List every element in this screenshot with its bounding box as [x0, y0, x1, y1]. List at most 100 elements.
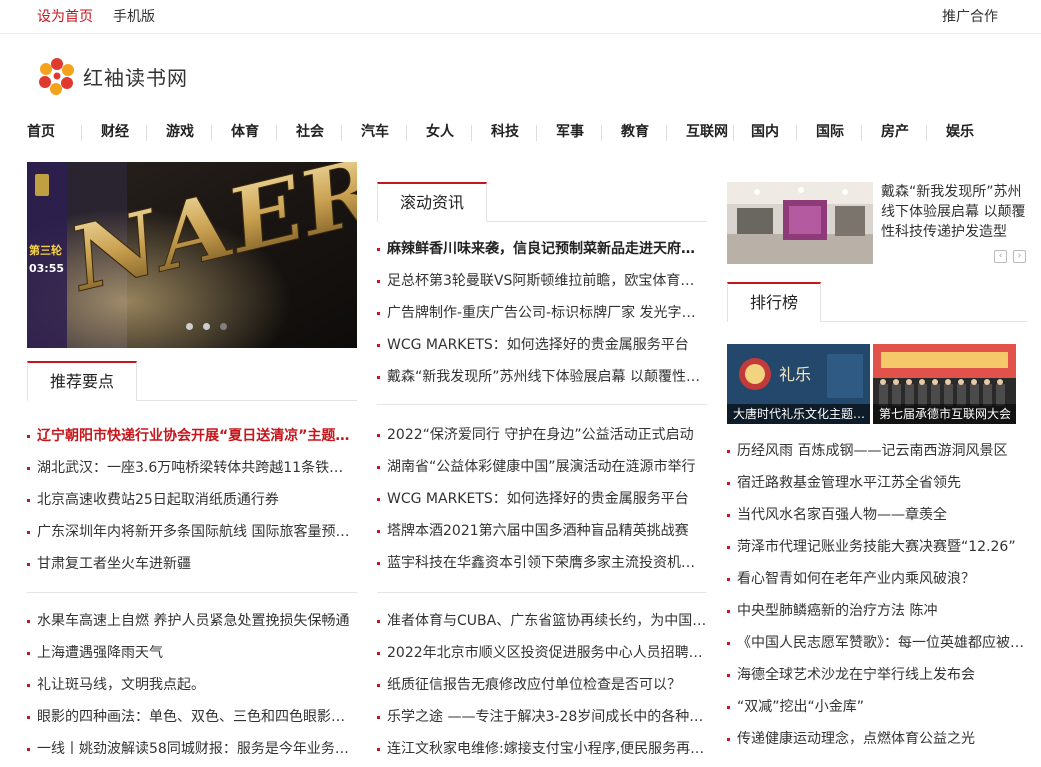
list-item[interactable]: 海德全球艺术沙龙在宁举行线上发布会 [727, 659, 1027, 691]
list-divider [27, 592, 357, 593]
pager-prev-button[interactable]: ‹ [994, 250, 1007, 263]
partner-link[interactable]: 推广合作 [942, 6, 998, 26]
nav-home[interactable]: 首页 [27, 121, 55, 141]
set-homepage-link[interactable]: 设为首页 [37, 6, 93, 26]
nav-separator [406, 125, 407, 141]
ranking-image-1[interactable]: 礼乐 大唐时代礼乐文化主题活动 [727, 344, 870, 424]
feature-card[interactable]: 戴森“新我发现所”苏州线下体验展启幕 以颠覆性科技传递护发造型 [727, 182, 1027, 264]
nav-separator [796, 125, 797, 141]
list-item[interactable]: 辽宁朝阳市快递行业协会开展“夏日送清凉”主题慰问活动 [27, 420, 357, 452]
pager-next-button[interactable]: › [1013, 250, 1026, 263]
nav-internet[interactable]: 互联网 [686, 121, 728, 141]
list-divider [377, 592, 707, 593]
list-item[interactable]: 甘肃复工者坐火车进新疆 [27, 548, 357, 580]
list-item[interactable]: 北京高速收费站25日起取消纸质通行券 [27, 484, 357, 516]
list-item[interactable]: 宿迁路救基金管理水平江苏全省领先 [727, 467, 1027, 499]
nav-auto[interactable]: 汽车 [361, 121, 389, 141]
slider-dot[interactable] [219, 323, 227, 330]
nav-separator [926, 125, 927, 141]
scroll-news-list-3: 准者体育与CUBA、广东省篮协再续长约，为中国篮球助力 2022年北京市顺义区投… [377, 605, 707, 765]
nav-separator [666, 125, 667, 141]
ranking-image-caption: 大唐时代礼乐文化主题活动 [727, 404, 870, 424]
ranking-image-caption: 第七届承德市互联网大会 [873, 404, 1016, 424]
list-item[interactable]: 准者体育与CUBA、广东省篮协再续长约，为中国篮球助力 [377, 605, 707, 637]
list-item[interactable]: 礼让斑马线，文明我点起。 [27, 669, 357, 701]
feature-title[interactable]: 戴森“新我发现所”苏州线下体验展启幕 以颠覆性科技传递护发造型 [881, 182, 1029, 242]
nav-separator [146, 125, 147, 141]
list-item[interactable]: 麻辣鲜香川味来袭，信良记预制菜新品走进天府之国 [377, 233, 707, 265]
recommend-tab[interactable]: 推荐要点 [27, 361, 138, 401]
list-item[interactable]: 湖南省“公益体彩健康中国”展演活动在涟源市举行 [377, 451, 707, 483]
nav-separator [81, 125, 82, 141]
list-item[interactable]: 一线丨姚劲波解读58同城财报：服务是今年业务重点 [27, 733, 357, 765]
recommend-list: 辽宁朝阳市快递行业协会开展“夏日送清凉”主题慰问活动 湖北武汉：一座3.6万吨桥… [27, 420, 357, 580]
nav-games[interactable]: 游戏 [166, 121, 194, 141]
list-item[interactable]: 连江文秋家电维修:嫁接支付宝小程序,便民服务再升级 [377, 733, 707, 765]
site-name: 红袖读书网 [83, 65, 188, 90]
list-item[interactable]: 乐学之途 ——专注于解决3-28岁间成长中的各种问题 [377, 701, 707, 733]
left-list-2: 水果车高速上自燃 养护人员紧急处置挽损失保畅通 上海遭遇强降雨天气 礼让斑马线，… [27, 605, 357, 765]
mobile-version-link[interactable]: 手机版 [113, 6, 155, 26]
feature-photo [727, 182, 873, 264]
list-item[interactable]: 上海遭遇强降雨天气 [27, 637, 357, 669]
ranking-list: 历经风雨 百炼成钢——记云南西游洞风景区 宿迁路救基金管理水平江苏全省领先 当代… [727, 435, 1027, 755]
nav-domestic[interactable]: 国内 [751, 121, 779, 141]
nav-society[interactable]: 社会 [296, 121, 324, 141]
nav-international[interactable]: 国际 [816, 121, 844, 141]
nav-finance[interactable]: 财经 [101, 121, 129, 141]
nav-education[interactable]: 教育 [621, 121, 649, 141]
image-slider[interactable]: NAERSI 第三轮 03:55 [27, 162, 357, 348]
list-item[interactable]: 2022年北京市顺义区投资促进服务中心人员招聘公告 [377, 637, 707, 669]
main-nav: 首页 财经 游戏 体育 社会 汽车 女人 科技 军事 教育 互联网 国内 国际 … [0, 121, 1041, 143]
list-item[interactable]: WCG MARKETS：如何选择好的贵金属服务平台 [377, 329, 707, 361]
list-item[interactable]: 纸质征信报告无痕修改应付单位检查是否可以？ [377, 669, 707, 701]
scroll-news-header: 滚动资讯 [377, 182, 707, 222]
list-item[interactable]: 中央型肺鳞癌新的治疗方法 陈冲 [727, 595, 1027, 627]
recommend-header: 推荐要点 [27, 361, 357, 401]
list-item[interactable]: 广告牌制作-重庆广告公司-标识标牌厂家 发光字制作 [377, 297, 707, 329]
nav-realestate[interactable]: 房产 [881, 121, 909, 141]
slider-dot-active[interactable] [202, 323, 210, 330]
ranking-header: 排行榜 [727, 282, 1027, 322]
nav-tech[interactable]: 科技 [491, 121, 519, 141]
list-item[interactable]: 蓝宇科技在华鑫资本引领下荣膺多家主流投资机构青睐 [377, 547, 707, 579]
feature-image[interactable] [727, 182, 873, 264]
list-item[interactable]: 当代风水名家百强人物——章羡全 [727, 499, 1027, 531]
list-item[interactable]: 菏泽市代理记账业务技能大赛决赛暨“12.26” [727, 531, 1027, 563]
top-bar: 设为首页 手机版 推广合作 [0, 0, 1041, 34]
list-item[interactable]: 塔牌本酒2021第六届中国多酒种盲品精英挑战赛 [377, 515, 707, 547]
list-item[interactable]: 湖北武汉：一座3.6万吨桥梁转体共跨越11条铁路线 [27, 452, 357, 484]
list-item[interactable]: 眼影的四种画法：单色、双色、三色和四色眼影画法详解 [27, 701, 357, 733]
nav-separator [471, 125, 472, 141]
list-item[interactable]: 看心智青如何在老年产业内乘风破浪？ [727, 563, 1027, 595]
list-item[interactable]: 传递健康运动理念，点燃体育公益之光 [727, 723, 1027, 755]
ranking-image-2[interactable]: 第七届承德市互联网大会 [873, 344, 1016, 424]
slider-side-time: 03:55 [29, 262, 64, 275]
nav-separator [536, 125, 537, 141]
nav-separator [733, 125, 734, 141]
ranking-tab[interactable]: 排行榜 [727, 282, 822, 322]
nav-women[interactable]: 女人 [426, 121, 454, 141]
flower-logo-icon [39, 58, 74, 95]
slider-dot[interactable] [185, 323, 193, 330]
nav-military[interactable]: 军事 [556, 121, 584, 141]
list-item[interactable]: 戴森“新我发现所”苏州线下体验展启幕 以颠覆性科技传递护发 [377, 361, 707, 393]
scroll-news-tab[interactable]: 滚动资讯 [377, 182, 488, 222]
list-item[interactable]: WCG MARKETS：如何选择好的贵金属服务平台 [377, 483, 707, 515]
list-divider [377, 404, 707, 405]
nav-sports[interactable]: 体育 [231, 121, 259, 141]
list-item[interactable]: “双减”挖出“小金库” [727, 691, 1027, 723]
list-item[interactable]: 水果车高速上自燃 养护人员紧急处置挽损失保畅通 [27, 605, 357, 637]
list-item[interactable]: 2022“保济爱同行 守护在身边”公益活动正式启动 [377, 419, 707, 451]
nav-separator [276, 125, 277, 141]
list-item[interactable]: 历经风雨 百炼成钢——记云南西游洞风景区 [727, 435, 1027, 467]
site-logo[interactable]: 红袖读书网 [37, 56, 188, 96]
nav-entertainment[interactable]: 娱乐 [946, 121, 974, 141]
list-item[interactable]: 《中国人民志愿军赞歌》：每一位英雄都应被铭记 [727, 627, 1027, 659]
slider-dots [27, 323, 357, 330]
nav-separator [341, 125, 342, 141]
list-item[interactable]: 广东深圳年内将新开多条国际航线 国际旅客量预计增长 [27, 516, 357, 548]
list-item[interactable]: 足总杯第3轮曼联VS阿斯顿维拉前瞻，欧宝体育维你助力 [377, 265, 707, 297]
slider-side-round: 第三轮 [29, 243, 62, 257]
scroll-news-list-2: 2022“保济爱同行 守护在身边”公益活动正式启动 湖南省“公益体彩健康中国”展… [377, 419, 707, 579]
